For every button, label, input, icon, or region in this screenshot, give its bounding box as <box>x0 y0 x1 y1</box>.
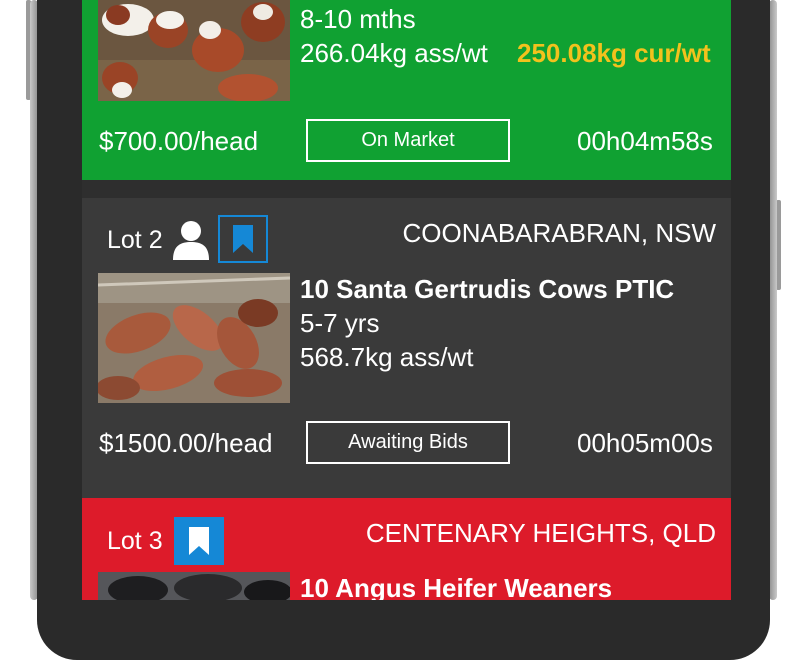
lot-number: Lot 2 <box>107 226 163 254</box>
bookmark-icon[interactable] <box>174 517 224 565</box>
countdown-timer: 00h05m00s <box>577 428 713 458</box>
lot-age: 5-7 yrs <box>300 308 380 338</box>
assessed-weight: 266.04kg ass/wt <box>300 38 488 68</box>
price-per-head: $1500.00/head <box>99 428 273 458</box>
current-weight: 250.08kg cur/wt <box>517 38 711 68</box>
bookmark-icon[interactable] <box>218 215 268 263</box>
lot-list[interactable]: 8-10 mths 266.04kg ass/wt 250.08kg cur/w… <box>82 0 731 600</box>
countdown-timer: 00h04m58s <box>577 126 713 156</box>
phone-bezel <box>769 0 777 600</box>
cattle-photo <box>98 572 290 600</box>
status-button[interactable]: On Market <box>306 119 510 162</box>
lot-age: 8-10 mths <box>300 4 416 34</box>
lot-number: Lot 3 <box>107 527 163 555</box>
lot-location: CENTENARY HEIGHTS, QLD <box>365 518 716 548</box>
lot-location: COONABARABRAN, NSW <box>402 218 717 248</box>
lot-card-1[interactable]: 8-10 mths 266.04kg ass/wt 250.08kg cur/w… <box>82 0 731 180</box>
lot-card-2[interactable]: Lot 2 COONABARABRAN, NSW 10 Santa Gertru… <box>82 180 731 498</box>
price-per-head: $700.00/head <box>99 126 259 156</box>
lot-title: 10 Santa Gertrudis Cows PTIC <box>300 274 675 304</box>
lot-card-3[interactable]: Lot 3 CENTENARY HEIGHTS, QLD 10 Angus He… <box>82 498 731 600</box>
lot-title: 10 Angus Heifer Weaners <box>300 573 613 600</box>
cattle-photo <box>98 273 290 403</box>
assessed-weight: 568.7kg ass/wt <box>300 342 474 372</box>
lot-card-2-panel: Lot 2 COONABARABRAN, NSW 10 Santa Gertru… <box>82 198 731 498</box>
phone-frame: 8-10 mths 266.04kg ass/wt 250.08kg cur/w… <box>0 0 807 660</box>
cattle-photo <box>98 0 290 101</box>
status-button[interactable]: Awaiting Bids <box>306 421 510 464</box>
user-icon <box>172 220 210 260</box>
